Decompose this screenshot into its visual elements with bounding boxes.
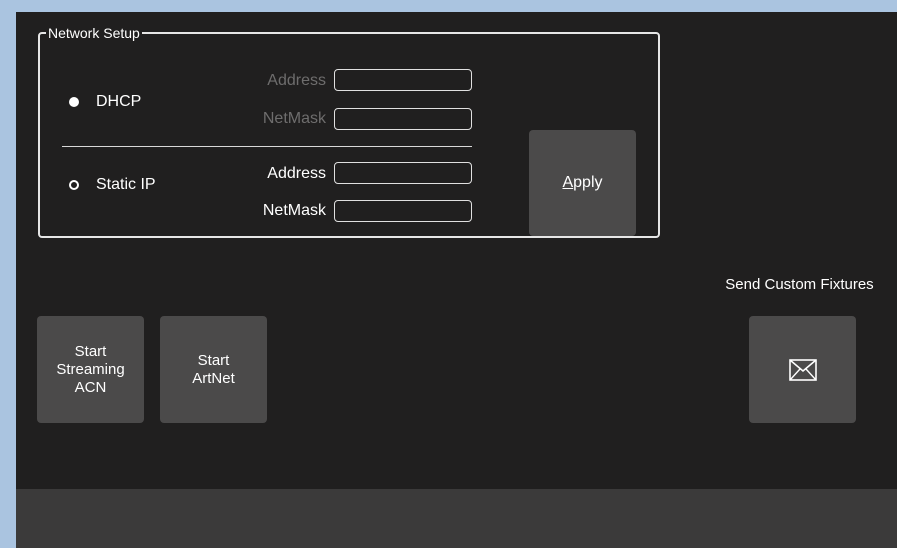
static-netmask-label: NetMask <box>262 202 326 219</box>
apply-label-rest: pply <box>573 174 603 191</box>
network-setup-group: Network Setup DHCP Address NetMask Stati… <box>38 24 660 238</box>
send-custom-fixtures-title: Send Custom Fixtures <box>725 276 874 293</box>
start-artnet-line-2: ArtNet <box>192 369 235 387</box>
divider <box>62 146 472 147</box>
bottom-bar <box>16 489 897 548</box>
network-setup-title: Network Setup <box>46 24 142 42</box>
static-address-field[interactable] <box>334 162 472 184</box>
static-address-label: Address <box>267 165 326 182</box>
dhcp-radio-indicator[interactable] <box>69 97 79 107</box>
dhcp-netmask-field[interactable] <box>334 108 472 130</box>
start-acn-line-1: Start <box>74 342 107 360</box>
network-panel: Network Setup DHCP Address NetMask Stati… <box>16 12 897 548</box>
envelope-icon <box>788 358 817 381</box>
static-ip-label[interactable]: Static IP <box>96 175 156 195</box>
start-acn-line-3: ACN <box>74 378 107 396</box>
dhcp-address-label: Address <box>267 72 326 89</box>
apply-button[interactable]: Apply <box>529 130 636 236</box>
start-acn-line-2: Streaming <box>56 360 125 378</box>
dhcp-label[interactable]: DHCP <box>96 92 141 112</box>
dhcp-address-field[interactable] <box>334 69 472 91</box>
dhcp-netmask-label: NetMask <box>262 110 326 127</box>
start-artnet-button[interactable]: Start ArtNet <box>160 316 267 423</box>
static-ip-radio-indicator[interactable] <box>69 180 79 190</box>
send-custom-fixtures-button[interactable] <box>749 316 856 423</box>
apply-access-key: A <box>562 174 574 191</box>
start-artnet-line-1: Start <box>197 351 230 369</box>
static-netmask-field[interactable] <box>334 200 472 222</box>
start-streaming-acn-button[interactable]: Start Streaming ACN <box>37 316 144 423</box>
